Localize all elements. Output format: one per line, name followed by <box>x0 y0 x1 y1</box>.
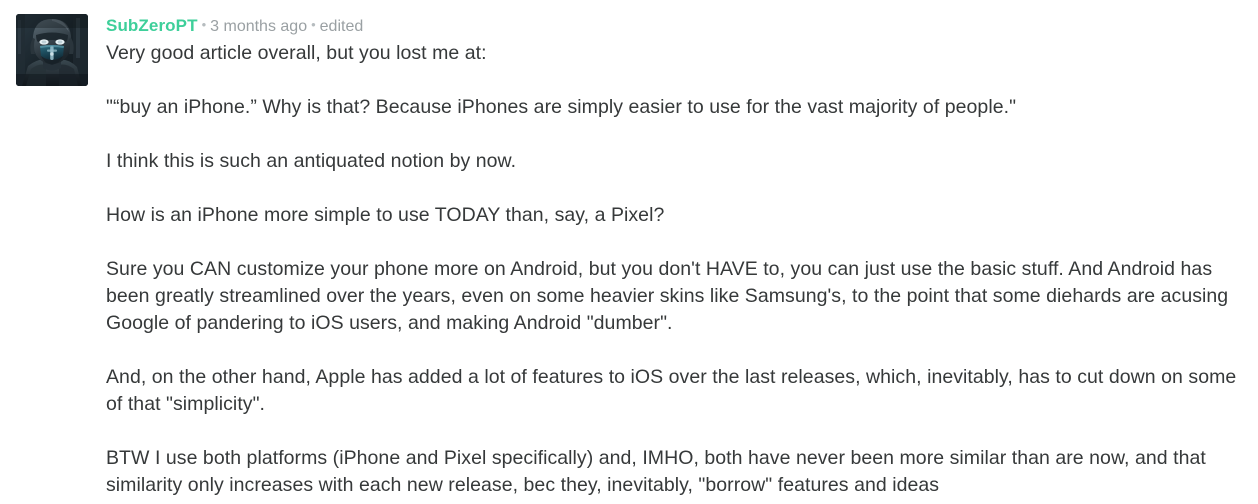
meta-separator-2: • <box>311 17 316 32</box>
comment-header: SubZeroPT • 3 months ago • edited <box>106 16 1258 38</box>
sub-zero-avatar-icon <box>16 14 88 86</box>
comment-paragraph: BTW I use both platforms (iPhone and Pix… <box>106 447 1206 496</box>
comment-body: Very good article overall, but you lost … <box>106 38 1258 499</box>
comment-paragraph: And, on the other hand, Apple has added … <box>106 366 1237 415</box>
comment-timestamp[interactable]: 3 months ago <box>210 18 307 35</box>
comment-main: SubZeroPT • 3 months ago • edited Very good … <box>88 14 1258 499</box>
comment-edited-badge: edited <box>319 18 364 35</box>
comment: SubZeroPT • 3 months ago • edited Very good … <box>0 0 1258 499</box>
avatar-container[interactable] <box>16 14 88 86</box>
comment-paragraph: Very good article overall, but you lost … <box>106 42 487 64</box>
comment-author-link[interactable]: SubZeroPT <box>106 16 198 35</box>
comment-paragraph: "“buy an iPhone.” Why is that? Because i… <box>106 96 1017 118</box>
meta-separator-1: • <box>201 17 207 32</box>
comment-paragraph: I think this is such an antiquated notio… <box>106 150 517 172</box>
comment-paragraph: Sure you CAN customize your phone more o… <box>106 258 1229 334</box>
comment-paragraph: How is an iPhone more simple to use TODA… <box>106 204 665 226</box>
comment-thread: SubZeroPT • 3 months ago • edited Very good … <box>0 0 1258 504</box>
avatar[interactable] <box>16 14 88 86</box>
